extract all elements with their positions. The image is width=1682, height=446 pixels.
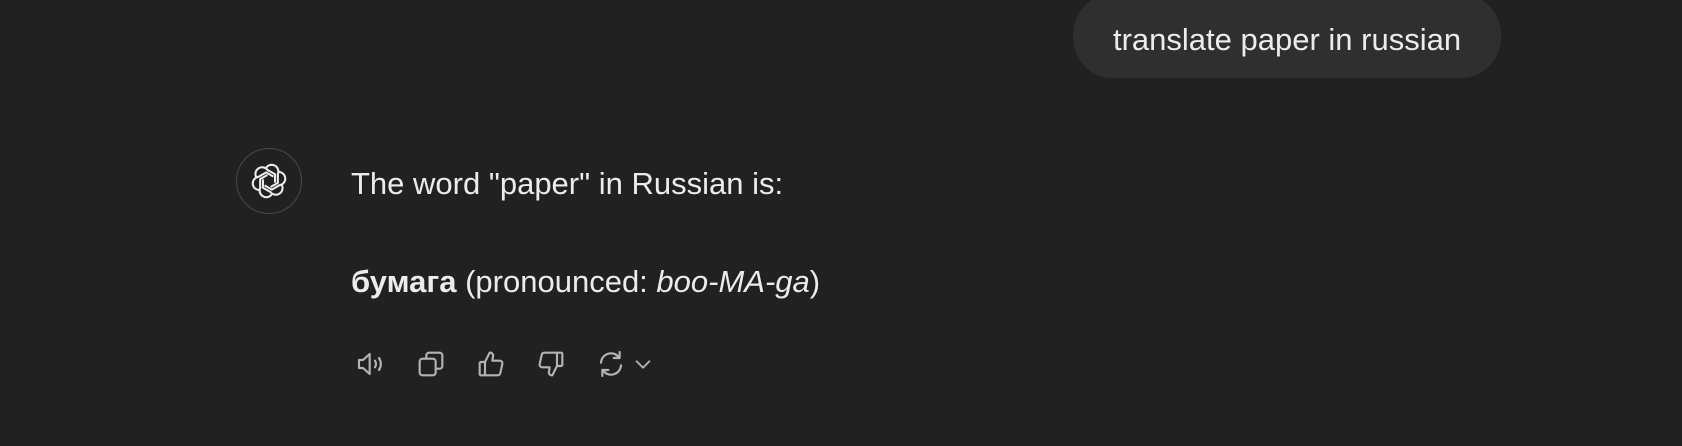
chevron-down-icon <box>635 360 651 369</box>
read-aloud-button[interactable] <box>352 345 390 383</box>
thumbs-up-icon <box>478 351 504 377</box>
regenerate-icon <box>599 350 623 378</box>
good-response-button[interactable] <box>472 345 510 383</box>
chat-page: translate paper in russian The word "pap… <box>0 0 1682 446</box>
assistant-message-translation: бумага (pronounced: boo-MA-ga) <box>351 264 820 300</box>
pronunciation-suffix: ) <box>809 264 821 299</box>
regenerate-button[interactable] <box>592 345 630 383</box>
pronunciation: boo-MA-ga <box>656 264 810 299</box>
copy-icon <box>418 351 444 377</box>
copy-button[interactable] <box>412 345 450 383</box>
assistant-message-line: The word "paper" in Russian is: <box>351 166 784 201</box>
assistant-avatar <box>236 148 302 214</box>
user-message-text: translate paper in russian <box>1113 22 1462 57</box>
thumbs-down-icon <box>538 351 564 377</box>
translated-word: бумага <box>351 264 457 299</box>
speaker-icon <box>357 352 382 376</box>
openai-logo-icon <box>251 163 287 199</box>
pronunciation-prefix: (pronounced: <box>456 264 657 299</box>
message-actions-toolbar <box>352 344 676 384</box>
model-switch-dropdown[interactable] <box>632 345 654 383</box>
bad-response-button[interactable] <box>532 345 570 383</box>
user-message-bubble: translate paper in russian <box>1073 0 1502 78</box>
